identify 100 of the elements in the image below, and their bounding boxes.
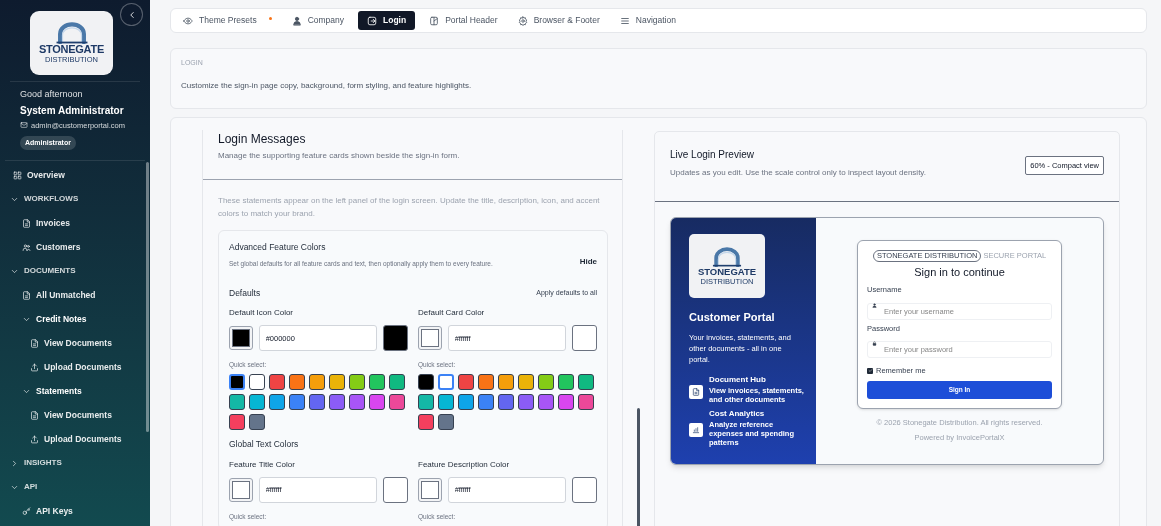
color-swatch[interactable] xyxy=(538,374,554,390)
color-swatch[interactable] xyxy=(578,374,594,390)
nav-section-toggle[interactable]: Credit Notes xyxy=(0,307,150,332)
nav-link[interactable]: Upload Documents xyxy=(0,427,150,452)
preview-subtitle: Updates as you edit. Use the scale control only to inspect layout density. xyxy=(670,167,926,179)
card-title: Advanced Feature Colors xyxy=(229,241,327,254)
mail-icon xyxy=(20,121,28,130)
color-swatch[interactable] xyxy=(558,394,574,410)
settings-icon xyxy=(517,15,528,26)
color-swatch[interactable] xyxy=(309,374,325,390)
nav-section-toggle[interactable]: DOCUMENTS xyxy=(0,259,150,284)
color-swatch[interactable] xyxy=(478,394,494,410)
layout-icon xyxy=(429,15,440,26)
nav-link[interactable]: All Unmatched xyxy=(0,283,150,308)
nav-section-toggle[interactable]: Statements xyxy=(0,379,150,404)
user-name: System Administrator xyxy=(20,103,125,118)
arch-drawing xyxy=(710,247,744,267)
color-swatch[interactable] xyxy=(369,394,385,410)
document-icon xyxy=(30,338,39,348)
color-swatch[interactable] xyxy=(229,394,245,410)
color-swatch[interactable] xyxy=(249,414,265,430)
color-swatch[interactable] xyxy=(289,394,305,410)
nav-link[interactable]: API Keys xyxy=(0,499,150,524)
color-swatch[interactable] xyxy=(229,414,245,430)
nav-link[interactable]: Upload Documents xyxy=(0,355,150,380)
color-swatch[interactable] xyxy=(289,374,305,390)
color-swatch[interactable] xyxy=(309,394,325,410)
group-title: Defaults xyxy=(229,286,261,300)
checkbox[interactable] xyxy=(867,367,873,374)
feature-title: Cost Analytics xyxy=(709,407,766,420)
document-icon xyxy=(22,218,31,228)
color-picker[interactable] xyxy=(229,477,253,502)
color-swatch[interactable] xyxy=(518,394,534,410)
nav-link[interactable]: Customers xyxy=(0,235,150,260)
field-label: Feature Title Color xyxy=(229,458,296,471)
tab[interactable]: Portal Header xyxy=(423,11,504,30)
color-swatch[interactable] xyxy=(438,394,454,410)
color-swatch[interactable] xyxy=(389,374,405,390)
color-swatch[interactable] xyxy=(269,374,285,390)
nav-section-toggle[interactable]: API xyxy=(0,475,150,500)
field-label: Default Card Color xyxy=(418,307,486,320)
nav-link[interactable]: View Documents xyxy=(0,403,150,428)
tab[interactable]: Browser & Footer xyxy=(511,11,606,30)
color-swatch[interactable] xyxy=(329,394,345,410)
hide-button[interactable]: Hide xyxy=(579,255,597,268)
color-swatch[interactable] xyxy=(349,394,365,410)
nav-section-toggle[interactable]: WORKFLOWS xyxy=(0,187,150,212)
tab[interactable]: Theme Presets xyxy=(177,11,278,30)
color-swatch[interactable] xyxy=(249,374,265,390)
tab[interactable]: Login xyxy=(358,11,416,30)
menu-icon xyxy=(619,15,630,26)
eye-icon xyxy=(183,15,193,26)
key-icon xyxy=(22,506,31,516)
color-swatch[interactable] xyxy=(438,414,454,430)
color-swatch[interactable] xyxy=(558,374,574,390)
section-description: Customize the sign-in page copy, background, form styling, and feature highlights. xyxy=(181,79,473,92)
color-swatch[interactable] xyxy=(438,374,454,390)
check-icon xyxy=(867,368,873,374)
color-swatch[interactable] xyxy=(498,374,514,390)
color-swatch[interactable] xyxy=(389,394,405,410)
color-swatch[interactable] xyxy=(578,394,594,410)
nav-link[interactable]: View Documents xyxy=(0,331,150,356)
field-label: Feature Description Color xyxy=(418,458,511,471)
color-swatch[interactable] xyxy=(229,374,245,390)
collapse-button[interactable] xyxy=(120,3,143,26)
nav-link[interactable]: Overview xyxy=(0,163,150,188)
lock-icon xyxy=(872,341,877,346)
nav-section-toggle[interactable]: INSIGHTS xyxy=(0,451,150,476)
color-swatch[interactable] xyxy=(418,374,434,390)
sign-in-heading: Sign in to continue xyxy=(913,264,1006,280)
color-picker[interactable] xyxy=(418,326,442,351)
color-swatch[interactable] xyxy=(518,374,534,390)
color-swatch[interactable] xyxy=(418,394,434,410)
user-icon xyxy=(291,15,302,26)
preview-title: Live Login Preview xyxy=(670,148,755,162)
field-label: Default Icon Color xyxy=(229,307,295,320)
color-swatch[interactable] xyxy=(458,394,474,410)
user-icon xyxy=(872,302,877,308)
document-icon xyxy=(30,410,39,420)
color-swatch[interactable] xyxy=(369,374,385,390)
color-swatch[interactable] xyxy=(458,374,474,390)
color-picker[interactable] xyxy=(229,326,253,351)
color-swatch[interactable] xyxy=(269,394,285,410)
color-swatch[interactable] xyxy=(349,374,365,390)
upload-icon xyxy=(30,434,39,444)
feature-title: Document Hub xyxy=(709,373,767,386)
color-swatch[interactable] xyxy=(538,394,554,410)
color-swatch[interactable] xyxy=(478,374,494,390)
color-swatch[interactable] xyxy=(498,394,514,410)
tab[interactable]: Navigation xyxy=(613,11,682,30)
grid-icon xyxy=(13,170,22,180)
color-swatch[interactable] xyxy=(249,394,265,410)
tab[interactable]: Company xyxy=(285,11,351,30)
color-swatch[interactable] xyxy=(329,374,345,390)
panel-subtitle: Manage the supporting feature cards shown beside the sign-in form. xyxy=(218,150,461,162)
color-picker[interactable] xyxy=(418,477,442,502)
panel-title: Login Messages xyxy=(218,131,307,148)
portal-title: Customer Portal xyxy=(689,310,776,325)
nav-link[interactable]: Invoices xyxy=(0,211,150,236)
color-swatch[interactable] xyxy=(418,414,434,430)
